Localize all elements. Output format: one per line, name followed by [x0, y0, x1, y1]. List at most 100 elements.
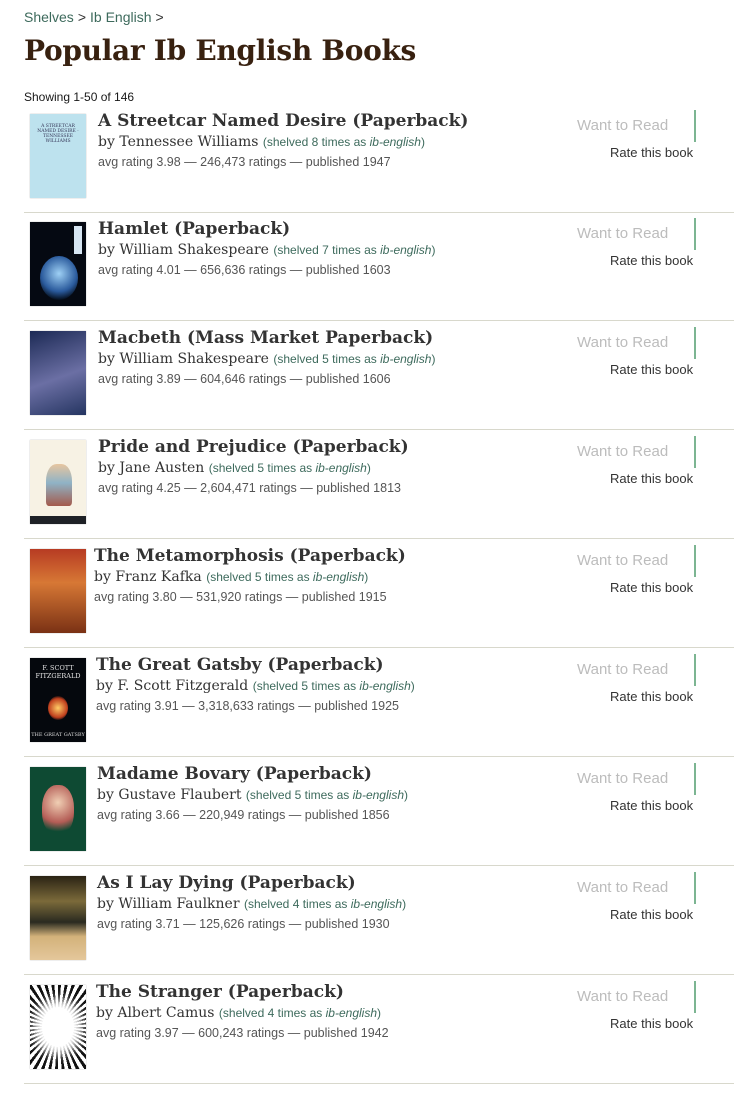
shelved-close: )	[410, 679, 415, 693]
book-cover-metamorphosis[interactable]	[30, 549, 86, 633]
book-cover-bovary[interactable]	[30, 767, 86, 851]
author-link[interactable]: Tennessee Williams	[119, 134, 258, 150]
cover-title-strip	[74, 226, 82, 254]
book-byline: by Tennessee Williams (shelved 8 times a…	[98, 134, 578, 150]
book-meta: avg rating 4.01 — 656,636 ratings — publ…	[98, 263, 391, 277]
author-link[interactable]: Franz Kafka	[115, 569, 201, 585]
book-byline: by Albert Camus (shelved 4 times as ib-e…	[96, 1005, 576, 1021]
book-title-link[interactable]: Madame Bovary (Paperback)	[97, 763, 577, 785]
want-to-read-button[interactable]: Want to Read	[577, 879, 668, 896]
cover-text: F. SCOTT FITZGERALD	[35, 664, 81, 680]
rate-this-book[interactable]: Rate this book	[610, 1016, 693, 1031]
shelf-dropdown-divider	[694, 872, 696, 904]
shelved-info: (shelved 7 times as ib-english)	[273, 243, 435, 257]
book-byline: by Jane Austen (shelved 5 times as ib-en…	[98, 460, 578, 476]
cover-art	[42, 785, 74, 835]
book-title-link[interactable]: Hamlet (Paperback)	[98, 218, 578, 240]
want-to-read-button[interactable]: Want to Read	[577, 334, 668, 351]
author-link[interactable]: Jane Austen	[119, 460, 204, 476]
by-label: by	[97, 787, 114, 803]
shelved-count: (shelved 4 times as	[218, 1006, 326, 1020]
book-meta: avg rating 3.97 — 600,243 ratings — publ…	[96, 1026, 389, 1040]
want-to-read-button[interactable]: Want to Read	[577, 117, 668, 134]
cover-text: A STREETCAR NAMED DESIRE · TENNESSEE WIL…	[37, 124, 79, 144]
shelved-close: )	[431, 243, 436, 257]
shelved-info: (shelved 5 times as ib-english)	[209, 461, 371, 475]
want-to-read-button[interactable]: Want to Read	[577, 661, 668, 678]
shelved-count: (shelved 5 times as	[273, 352, 381, 366]
shelf-dropdown-divider	[694, 327, 696, 359]
book-title-link[interactable]: The Stranger (Paperback)	[96, 981, 576, 1003]
shelved-info: (shelved 5 times as ib-english)	[246, 788, 408, 802]
rate-this-book[interactable]: Rate this book	[610, 907, 693, 922]
want-to-read-button[interactable]: Want to Read	[577, 552, 668, 569]
book-info: The Metamorphosis (Paperback) by Franz K…	[94, 545, 574, 604]
book-meta: avg rating 3.98 — 246,473 ratings — publ…	[98, 155, 391, 169]
author-link[interactable]: William Faulkner	[118, 896, 239, 912]
shelved-close: )	[404, 788, 408, 802]
shelved-close: )	[364, 570, 369, 584]
book-meta: avg rating 3.80 — 531,920 ratings — publ…	[94, 590, 387, 604]
book-title-link[interactable]: A Streetcar Named Desire (Paperback)	[98, 110, 578, 132]
rate-this-book[interactable]: Rate this book	[610, 689, 693, 704]
want-to-read-button[interactable]: Want to Read	[577, 770, 668, 787]
book-byline: by William Shakespeare (shelved 5 times …	[98, 351, 578, 367]
shelved-info: (shelved 8 times as ib-english)	[263, 135, 425, 149]
author-link[interactable]: William Shakespeare	[119, 242, 269, 258]
want-to-read-button[interactable]: Want to Read	[577, 225, 668, 242]
breadcrumb-shelves-link[interactable]: Shelves	[24, 9, 74, 25]
want-to-read-button[interactable]: Want to Read	[577, 988, 668, 1005]
shelved-close: )	[431, 352, 436, 366]
breadcrumb-separator: >	[155, 9, 164, 25]
shelved-close: )	[366, 461, 371, 475]
by-label: by	[98, 242, 115, 258]
cover-art	[46, 464, 72, 506]
book-cover-macbeth[interactable]	[30, 331, 86, 415]
book-cover-pride[interactable]	[30, 440, 86, 524]
book-title-link[interactable]: The Great Gatsby (Paperback)	[96, 654, 576, 676]
book-meta: avg rating 4.25 — 2,604,471 ratings — pu…	[98, 481, 401, 495]
author-link[interactable]: William Shakespeare	[119, 351, 269, 367]
book-info: Madame Bovary (Paperback) by Gustave Fla…	[97, 763, 577, 822]
book-cover-streetcar[interactable]: A STREETCAR NAMED DESIRE · TENNESSEE WIL…	[30, 114, 86, 198]
rate-this-book[interactable]: Rate this book	[610, 253, 693, 268]
shelf-tag: ib-english	[369, 135, 421, 149]
book-cover-hamlet[interactable]	[30, 222, 86, 306]
shelf-dropdown-divider	[694, 654, 696, 686]
shelved-info: (shelved 4 times as ib-english)	[219, 1006, 381, 1020]
book-row: The Metamorphosis (Paperback) by Franz K…	[24, 539, 734, 648]
book-byline: by Gustave Flaubert (shelved 5 times as …	[97, 787, 577, 803]
author-link[interactable]: Gustave Flaubert	[118, 787, 241, 803]
book-info: A Streetcar Named Desire (Paperback) by …	[98, 110, 578, 169]
book-title-link[interactable]: The Metamorphosis (Paperback)	[94, 545, 574, 567]
shelved-close: )	[377, 1006, 382, 1020]
rate-this-book[interactable]: Rate this book	[610, 798, 693, 813]
book-info: Hamlet (Paperback) by William Shakespear…	[98, 218, 578, 277]
book-meta: avg rating 3.91 — 3,318,633 ratings — pu…	[96, 699, 399, 713]
cover-art	[42, 1007, 74, 1047]
rate-this-book[interactable]: Rate this book	[610, 145, 693, 160]
rate-this-book[interactable]: Rate this book	[610, 471, 693, 486]
by-label: by	[98, 351, 115, 367]
book-title-link[interactable]: Macbeth (Mass Market Paperback)	[98, 327, 578, 349]
book-title-link[interactable]: Pride and Prejudice (Paperback)	[98, 436, 578, 458]
shelf-dropdown-divider	[694, 218, 696, 250]
book-byline: by Franz Kafka (shelved 5 times as ib-en…	[94, 569, 574, 585]
book-meta: avg rating 3.66 — 220,949 ratings — publ…	[97, 808, 390, 822]
book-cover-gatsby[interactable]: F. SCOTT FITZGERALD THE GREAT GATSBY	[30, 658, 86, 742]
breadcrumb-ib-english-link[interactable]: Ib English	[90, 9, 151, 25]
book-title-link[interactable]: As I Lay Dying (Paperback)	[97, 872, 577, 894]
shelf-dropdown-divider	[694, 545, 696, 577]
book-cover-as-i-lay-dying[interactable]	[30, 876, 86, 960]
shelved-close: )	[420, 135, 425, 149]
shelved-count: (shelved 5 times as	[206, 570, 313, 584]
rate-this-book[interactable]: Rate this book	[610, 362, 693, 377]
book-row: Pride and Prejudice (Paperback) by Jane …	[24, 430, 734, 539]
want-to-read-button[interactable]: Want to Read	[577, 443, 668, 460]
book-byline: by William Faulkner (shelved 4 times as …	[97, 896, 577, 912]
book-cover-stranger[interactable]	[30, 985, 86, 1069]
author-link[interactable]: Albert Camus	[117, 1005, 214, 1021]
author-link[interactable]: F. Scott Fitzgerald	[117, 678, 248, 694]
shelf-dropdown-divider	[694, 436, 696, 468]
rate-this-book[interactable]: Rate this book	[610, 580, 693, 595]
